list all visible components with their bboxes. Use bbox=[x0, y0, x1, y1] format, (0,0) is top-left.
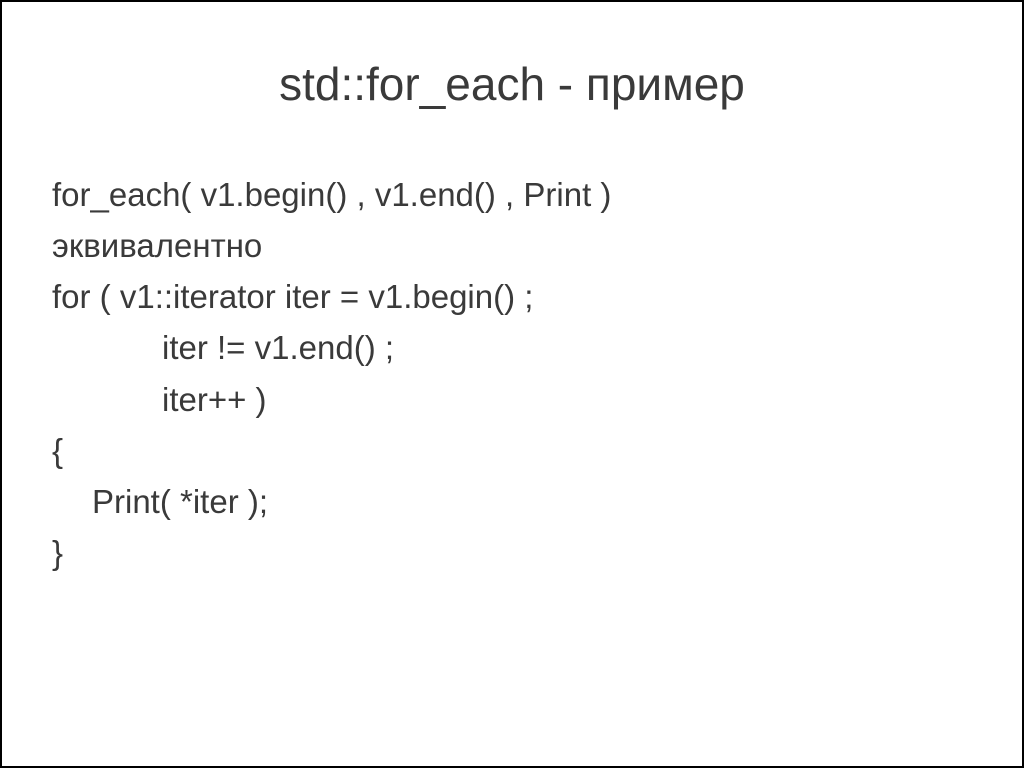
text-equivalent: эквивалентно bbox=[52, 220, 972, 271]
code-line-8: } bbox=[52, 527, 972, 578]
code-line-4: iter != v1.end() ; bbox=[52, 322, 972, 373]
code-line-5: iter++ ) bbox=[52, 374, 972, 425]
slide-title: std::for_each - пример bbox=[52, 57, 972, 111]
code-line-7: Print( *iter ); bbox=[52, 476, 972, 527]
slide-frame: std::for_each - пример for_each( v1.begi… bbox=[0, 0, 1024, 768]
code-line-6: { bbox=[52, 425, 972, 476]
code-line-3: for ( v1::iterator iter = v1.begin() ; bbox=[52, 271, 972, 322]
slide-content: for_each( v1.begin() , v1.end() , Print … bbox=[52, 169, 972, 578]
code-line-1: for_each( v1.begin() , v1.end() , Print … bbox=[52, 169, 972, 220]
